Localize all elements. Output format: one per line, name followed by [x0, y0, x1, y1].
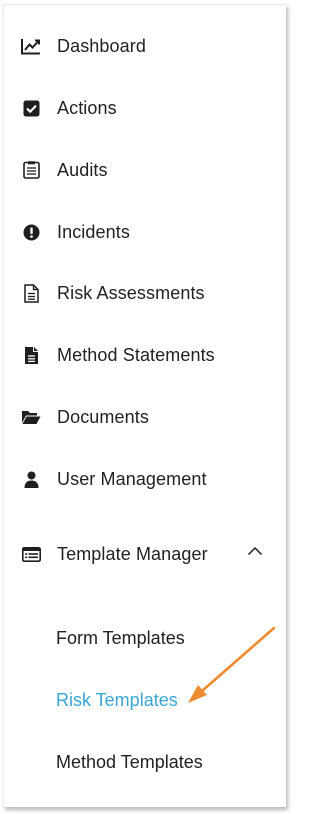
sidebar-item-label: Incidents — [57, 222, 130, 242]
list-card-icon — [21, 545, 41, 563]
sidebar-item-label: User Management — [57, 469, 207, 489]
sidebar-item-method-statements[interactable]: Method Statements — [4, 337, 274, 373]
sidebar-item-label: Dashboard — [57, 36, 146, 56]
sidebar-item-label: Documents — [57, 407, 149, 427]
sidebar-item-risk-assessments[interactable]: Risk Assessments — [4, 275, 274, 311]
check-square-icon — [21, 99, 41, 117]
sidebar-item-actions[interactable]: Actions — [4, 90, 274, 126]
chevron-up-icon[interactable] — [246, 544, 264, 558]
sidebar-item-label: Actions — [57, 98, 117, 118]
sidebar-item-audits[interactable]: Audits — [4, 152, 274, 188]
sidebar-item-incidents[interactable]: Incidents — [4, 214, 274, 250]
sidebar-item-label: Audits — [57, 160, 108, 180]
user-icon — [21, 470, 41, 488]
annotation-arrow-icon — [188, 626, 276, 703]
submenu-item-risk-templates[interactable]: Risk Templates — [56, 690, 178, 718]
submenu-item-method-templates[interactable]: Method Templates — [56, 752, 203, 780]
sidebar-item-dashboard[interactable]: Dashboard — [4, 28, 274, 64]
sidebar-item-label: Risk Assessments — [57, 283, 205, 303]
sidebar-item-label: Template Manager — [57, 544, 208, 564]
sidebar-item-user-management[interactable]: User Management — [4, 461, 274, 497]
document-filled-icon — [21, 346, 41, 364]
clipboard-icon — [21, 161, 41, 179]
exclamation-circle-icon — [21, 223, 41, 241]
document-outline-icon — [21, 283, 41, 303]
line-chart-icon — [21, 37, 41, 55]
sidebar-item-template-manager[interactable]: Template Manager — [4, 536, 274, 572]
sidebar-item-documents[interactable]: Documents — [4, 399, 274, 435]
submenu-item-form-templates[interactable]: Form Templates — [56, 628, 185, 656]
folder-open-icon — [21, 408, 41, 426]
sidebar-item-label: Method Statements — [57, 345, 215, 365]
sidebar-nav: Dashboard Actions Audits Incidents Risk … — [3, 4, 286, 807]
